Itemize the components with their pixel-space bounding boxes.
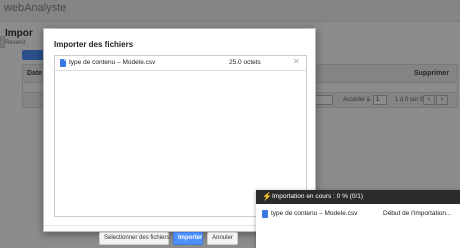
file-icon [262,210,268,218]
select-files-button[interactable]: Sélectionner des fichiers [99,232,169,245]
cancel-button[interactable]: Annuler [207,232,238,245]
file-size: 25.0 octets [229,59,261,66]
status-file-name: type de contenu – Modele.csv [271,210,358,217]
status-file-state: Début de l'importation... [383,210,452,217]
close-icon[interactable]: ✕ [293,58,300,66]
import-button[interactable]: Importer [173,232,203,245]
upload-icon: ⚡ [262,192,272,201]
status-header-text: Importation en cours : 0 % (0/1) [272,193,364,200]
file-name: type de contenu – Modele.csv [69,59,156,66]
file-row: type de contenu – Modele.csv 25.0 octets… [55,56,306,71]
file-icon [60,59,66,67]
status-header: ⚡ Importation en cours : 0 % (0/1) [256,190,460,204]
import-status-panel: ⚡ Importation en cours : 0 % (0/1) type … [256,190,460,248]
status-item: type de contenu – Modele.csv Début de l'… [256,207,460,221]
dialog-title: Importer des fichiers [54,40,134,49]
